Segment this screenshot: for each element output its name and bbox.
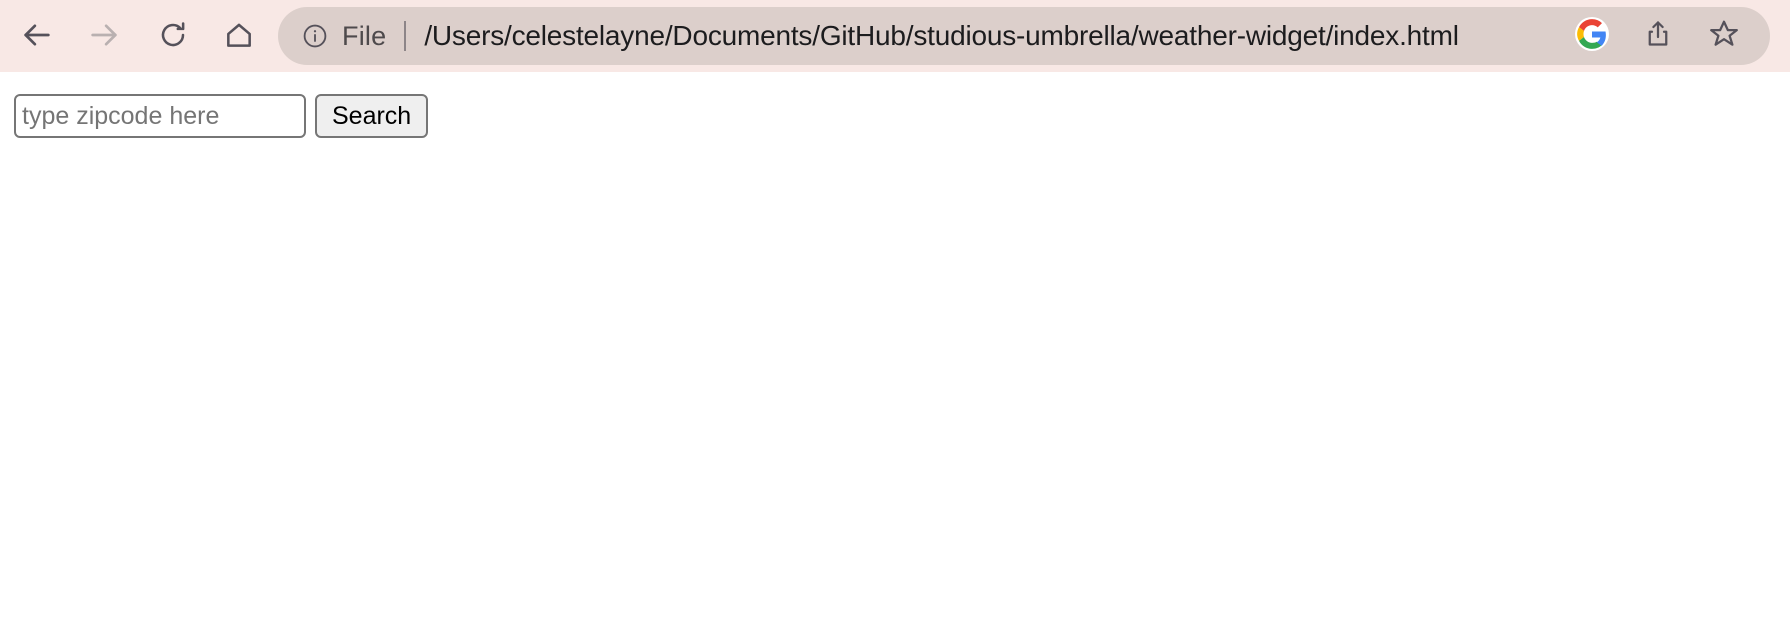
forward-arrow-icon [87,18,121,55]
star-icon [1708,18,1740,55]
forward-button[interactable] [78,10,130,62]
zipcode-search-form: Search [14,94,429,138]
home-button[interactable] [213,10,265,62]
zipcode-input[interactable] [14,94,306,138]
share-button[interactable] [1634,12,1682,60]
bookmark-button[interactable] [1700,12,1748,60]
browser-toolbar: File /Users/celestelayne/Documents/GitHu… [0,0,1790,72]
back-button[interactable] [11,10,63,62]
address-bar[interactable]: File /Users/celestelayne/Documents/GitHu… [278,7,1770,65]
home-icon [223,19,255,54]
page-content: Search [0,72,1790,620]
google-g-icon [1575,16,1609,56]
reload-button[interactable] [147,10,199,62]
reload-icon [157,19,189,54]
url-text[interactable]: /Users/celestelayne/Documents/GitHub/stu… [424,20,1562,52]
search-button[interactable]: Search [315,94,429,138]
google-account-button[interactable] [1568,12,1616,60]
address-bar-divider [404,21,407,51]
info-circle-icon[interactable] [302,23,328,49]
url-scheme-label: File [342,20,387,51]
share-icon [1643,19,1673,54]
back-arrow-icon [20,18,54,55]
